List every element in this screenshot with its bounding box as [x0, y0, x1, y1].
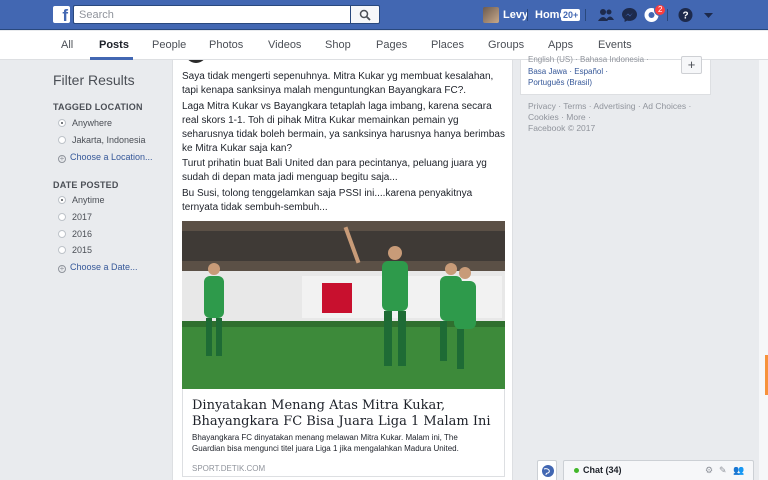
- option-label: Jakarta, Indonesia: [72, 135, 146, 145]
- plus-circle-icon: +: [58, 154, 66, 163]
- chat-bar[interactable]: Chat (34) ⚙ ✎ 👥: [563, 460, 754, 480]
- online-status-dot: [574, 468, 579, 473]
- search-button[interactable]: [350, 5, 380, 24]
- footer-links: Privacy · Terms · Advertising · Ad Choic…: [528, 101, 708, 134]
- home-count-badge: 20+: [561, 9, 581, 21]
- chevron-down-icon[interactable]: [700, 7, 717, 23]
- globe-button[interactable]: [537, 460, 557, 480]
- divider: [585, 9, 586, 21]
- search-icon: [359, 9, 371, 21]
- compose-icon[interactable]: ✎: [719, 465, 727, 476]
- language-list[interactable]: Basa Jawa · Español ·: [528, 67, 608, 76]
- link-source: SPORT.DETIK.COM: [192, 464, 266, 473]
- scrollbar[interactable]: [759, 60, 768, 480]
- profile-link[interactable]: Levy: [503, 9, 528, 21]
- location-option-jakarta[interactable]: Jakarta, Indonesia: [58, 135, 146, 145]
- link-preview-image[interactable]: [182, 221, 505, 389]
- radio-button[interactable]: [58, 119, 66, 127]
- active-tab-indicator: [90, 57, 133, 60]
- post-card: Saya tidak mengerti sepenuhnya. Mitra Ku…: [172, 60, 513, 480]
- svg-text:?: ?: [682, 11, 688, 22]
- search-tabs: All Posts People Photos Videos Shop Page…: [0, 31, 768, 60]
- link-description: Bhayangkara FC dinyatakan menang melawan…: [192, 433, 459, 453]
- messenger-icon[interactable]: [621, 7, 638, 23]
- radio-button[interactable]: [58, 136, 66, 144]
- footer-links-line[interactable]: Cookies · More ·: [528, 112, 708, 123]
- tab-places[interactable]: Places: [431, 39, 464, 51]
- tab-shop[interactable]: Shop: [325, 39, 351, 51]
- chat-label[interactable]: Chat (34): [583, 465, 622, 475]
- avatar[interactable]: [483, 7, 499, 23]
- facebook-logo[interactable]: f: [53, 6, 70, 23]
- option-label: Anywhere: [72, 118, 113, 128]
- post-paragraph: Bu Susi, tolong tenggelamkan saja PSSI i…: [182, 188, 473, 213]
- option-label: 2015: [72, 245, 93, 255]
- tab-posts[interactable]: Posts: [99, 39, 129, 51]
- language-list[interactable]: Português (Brasil): [528, 78, 592, 87]
- tab-groups[interactable]: Groups: [488, 39, 524, 51]
- tagged-location-heading: TAGGED LOCATION: [53, 102, 143, 112]
- football-photo: [182, 221, 505, 389]
- filter-results-title: Filter Results: [53, 72, 135, 88]
- tab-photos[interactable]: Photos: [209, 39, 243, 51]
- divider: [667, 9, 668, 21]
- choose-date-link[interactable]: + Choose a Date...: [58, 262, 138, 273]
- tab-videos[interactable]: Videos: [268, 39, 301, 51]
- date-option-2017[interactable]: 2017: [58, 212, 92, 222]
- choose-location-link[interactable]: + Choose a Location...: [58, 152, 153, 163]
- add-language-button[interactable]: +: [681, 56, 702, 74]
- tab-pages[interactable]: Pages: [376, 39, 407, 51]
- radio-button[interactable]: [58, 196, 66, 204]
- friend-requests-icon[interactable]: [597, 7, 614, 23]
- choose-date-label: Choose a Date...: [70, 262, 138, 272]
- radio-button[interactable]: [58, 246, 66, 254]
- notification-count-badge: 2: [654, 4, 667, 16]
- date-option-2016[interactable]: 2016: [58, 229, 92, 239]
- plus-circle-icon: +: [58, 264, 66, 273]
- post-author-avatar[interactable]: [185, 60, 207, 63]
- choose-location-label: Choose a Location...: [70, 152, 153, 162]
- location-option-anywhere[interactable]: Anywhere: [58, 118, 112, 128]
- top-navigation-bar: f Search Levy Home 20+ 2 ?: [0, 0, 768, 30]
- option-label: 2016: [72, 229, 93, 239]
- post-paragraph: Turut prihatin buat Bali United dan para…: [182, 158, 487, 183]
- option-label: 2017: [72, 212, 93, 222]
- divider: [527, 9, 528, 21]
- tab-apps[interactable]: Apps: [548, 39, 573, 51]
- link-title[interactable]: Dinyatakan Menang Atas Mitra Kukar, Bhay…: [192, 398, 492, 430]
- language-list[interactable]: English (US) · Bahasa Indonesia ·: [528, 55, 649, 64]
- date-option-anytime[interactable]: Anytime: [58, 195, 105, 205]
- date-posted-heading: DATE POSTED: [53, 180, 119, 190]
- tab-events[interactable]: Events: [598, 39, 632, 51]
- copyright: Facebook © 2017: [528, 123, 596, 133]
- radio-button[interactable]: [58, 213, 66, 221]
- help-icon[interactable]: ?: [677, 7, 694, 23]
- gear-icon[interactable]: ⚙: [705, 465, 713, 476]
- globe-icon: [542, 465, 554, 477]
- footer-links-line[interactable]: Privacy · Terms · Advertising · Ad Choic…: [528, 101, 708, 112]
- radio-button[interactable]: [58, 230, 66, 238]
- option-label: Anytime: [72, 195, 105, 205]
- post-paragraph: Saya tidak mengerti sepenuhnya. Mitra Ku…: [182, 71, 494, 96]
- group-icon[interactable]: 👥: [733, 465, 744, 476]
- search-input[interactable]: Search: [73, 5, 351, 24]
- tab-people[interactable]: People: [152, 39, 186, 51]
- date-option-2015[interactable]: 2015: [58, 245, 92, 255]
- tab-all[interactable]: All: [61, 39, 73, 51]
- post-paragraph: Laga Mitra Kukar vs Bayangkara tetaplah …: [182, 101, 505, 154]
